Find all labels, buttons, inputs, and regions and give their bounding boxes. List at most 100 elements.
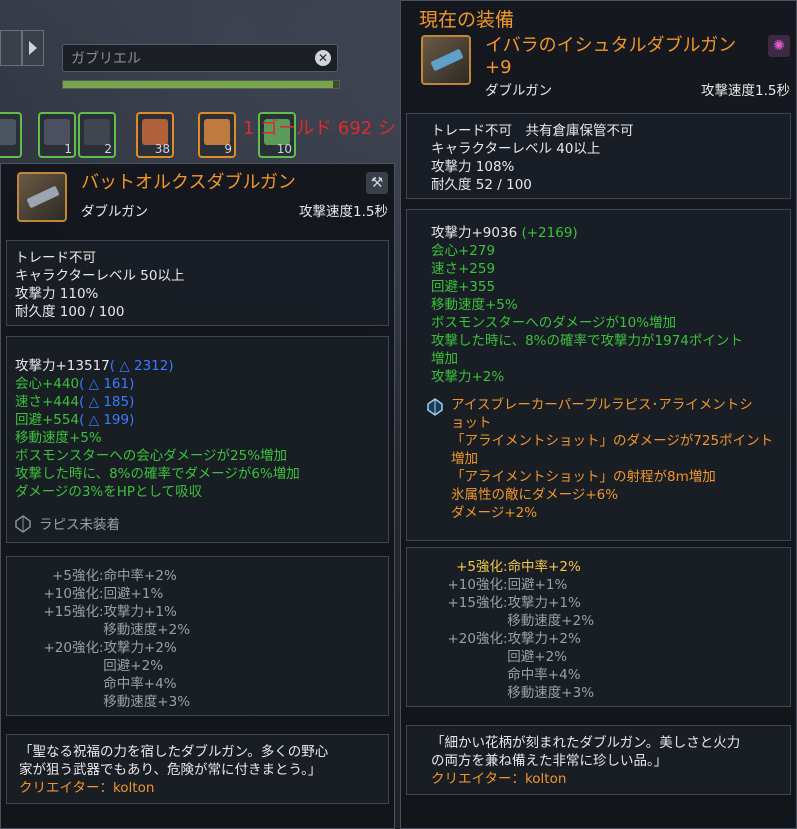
- stat-line: 移動速度+5%: [431, 297, 518, 313]
- description-line: 「聖なる祝福の力を宿したダブルガン。多くの野心: [19, 744, 329, 760]
- lapis-effect-line: ョット: [451, 415, 492, 431]
- lapis-effect-line: 「アライメントショット」の射程が8m増加: [451, 469, 716, 485]
- enhance-row: +15強化: 攻撃力+1%: [27, 603, 380, 621]
- enhance-row: 移動速度+3%: [431, 684, 782, 702]
- current-equipment-tooltip: 現在の装備 イバラのイシュタルダブルガン ✺ +9 ダブルガン 攻撃速度1.5秒…: [400, 0, 797, 829]
- lapis-effect-line: ダメージ+2%: [451, 505, 538, 521]
- enhance-level: [27, 657, 99, 675]
- enhance-row: 移動速度+2%: [27, 621, 380, 639]
- enhance-level: +9: [485, 57, 512, 78]
- enhance-level: +15強化: [43, 604, 100, 620]
- inventory-slot[interactable]: 2: [78, 112, 116, 158]
- enhance-section: +5強化: 命中率+2% +10強化: 回避+1% +15強化: 攻撃力+1% 移動速度+…: [6, 556, 389, 716]
- enhance-bonus: 移動速度+3%: [103, 694, 191, 710]
- hp-bar: [62, 80, 340, 89]
- enhance-level: +20強化: [447, 631, 504, 647]
- description-line: 「細かい花柄が刻まれたダブルガン。美しさと火力: [431, 735, 741, 751]
- enhance-bonus: 命中率+4%: [103, 676, 177, 692]
- character-name-field[interactable]: ガブリエル ✕: [62, 44, 338, 72]
- enhance-level: [27, 693, 99, 711]
- enhance-section: +5強化: 命中率+2% +10強化: 回避+1% +15強化: 攻撃力+1% 移動速度+…: [406, 547, 791, 707]
- item-type: ダブルガン: [81, 204, 149, 220]
- stat-line: 攻撃力+2%: [431, 369, 505, 385]
- enhance-bonus: 回避+1%: [103, 586, 164, 602]
- basic-line: トレード不可 共有倉庫保管不可: [431, 123, 634, 139]
- stat-value: 速さ+444: [15, 394, 80, 410]
- stat-line: 速さ+259: [431, 261, 496, 277]
- enhance-bonus: 回避+2%: [507, 649, 568, 665]
- slot-count: 9: [224, 142, 232, 156]
- prev-button[interactable]: [0, 30, 22, 66]
- weapon-grade-icon: ⚒: [366, 172, 388, 194]
- lapis-effect-line: アイスブレーカーパープルラピス･アライメントシ: [451, 397, 753, 413]
- enhance-row: +20強化: 攻撃力+2%: [431, 630, 782, 648]
- enhance-row: +10強化: 回避+1%: [431, 576, 782, 594]
- description-line: の両方を兼ね備えた非常に珍しい品。」: [431, 753, 668, 769]
- slot-count: 1: [64, 142, 72, 156]
- stat-value: 攻撃力+13517: [15, 358, 110, 374]
- enhance-level: [431, 666, 503, 684]
- inventory-slot[interactable]: 38: [136, 112, 174, 158]
- basic-line: 攻撃力 110%: [15, 286, 99, 302]
- enhance-bonus: 移動速度+2%: [103, 622, 191, 638]
- stat-value: 会心+440: [15, 376, 80, 392]
- enhance-bonus: 攻撃力+1%: [507, 595, 581, 611]
- basic-line: キャラクターレベル 50以上: [15, 268, 185, 284]
- basic-line: 耐久度 52 / 100: [431, 177, 532, 193]
- enhance-row: +5強化: 命中率+2%: [431, 558, 782, 576]
- inventory-slot[interactable]: 9: [198, 112, 236, 158]
- stats-section: 攻撃力+13517( △ 2312) 会心+440( △ 161) 速さ+444( …: [6, 336, 389, 543]
- description-section: 「聖なる祝福の力を宿したダブルガン。多くの野心 家が狙う武器でもあり、危険が常に付…: [6, 734, 389, 804]
- item-name: バットオルクスダブルガン: [81, 172, 296, 193]
- description-section: 「細かい花柄が刻まれたダブルガン。美しさと火力 の両方を兼ね備えた非常に珍しい品。…: [406, 725, 791, 795]
- enhance-row: +15強化: 攻撃力+1%: [431, 594, 782, 612]
- play-arrow-icon: [29, 41, 37, 55]
- slot-count: 10: [276, 142, 292, 156]
- gold-amount: 1 ゴールド 692 シ: [243, 118, 396, 139]
- stat-diff: ( △ 2312): [109, 358, 174, 374]
- stat-line: 回避+355: [431, 279, 496, 295]
- stats-section: 攻撃力+9036 (+2169) 会心+279 速さ+259 回避+355 移動速度+…: [406, 209, 791, 541]
- stat-line: 増加: [431, 351, 458, 367]
- lapis-status: ラピス未装着: [39, 517, 120, 533]
- attack-stat: 攻撃力+9036: [431, 225, 518, 241]
- description-line: 家が狙う武器でもあり、危険が常に付きまとう。」: [19, 762, 322, 778]
- stat-diff: ( △ 199): [79, 412, 135, 428]
- stat-line: 会心+440( △ 161): [15, 375, 380, 393]
- enhance-bonus: 移動速度+3%: [507, 685, 595, 701]
- enhance-row: 回避+2%: [27, 657, 380, 675]
- enhance-row: 回避+2%: [431, 648, 782, 666]
- enhance-row: +5強化: 命中率+2%: [27, 567, 380, 585]
- slot-count: 38: [154, 142, 170, 156]
- stat-line: ボスモンスターへのダメージが10%増加: [431, 315, 677, 331]
- next-button[interactable]: [22, 30, 44, 66]
- attack-speed: 攻撃速度1.5秒: [299, 204, 388, 220]
- stat-diff: ( △ 161): [79, 376, 135, 392]
- basic-info: トレード不可 キャラクターレベル 50以上 攻撃力 110% 耐久度 100 / 10…: [6, 240, 389, 326]
- enhance-level: +15強化: [447, 595, 504, 611]
- stat-diff: ( △ 185): [79, 394, 135, 410]
- stat-line: 会心+279: [431, 243, 496, 259]
- enhance-level: +10強化: [43, 586, 100, 602]
- enhance-row: +20強化: 攻撃力+2%: [27, 639, 380, 657]
- enhance-bonus: 命中率+2%: [103, 568, 177, 584]
- enhance-level: +20強化: [43, 640, 100, 656]
- lapis-effect-line: 「アライメントショット」のダメージが725ポイント: [451, 433, 774, 449]
- weapon-grade-icon: ✺: [768, 35, 790, 57]
- close-icon[interactable]: ✕: [315, 50, 331, 66]
- lapis-effect-line: 氷属性の敵にダメージ+6%: [451, 487, 619, 503]
- enhance-bonus: 移動速度+2%: [507, 613, 595, 629]
- basic-line: キャラクターレベル 40以上: [431, 141, 601, 157]
- double-gun-icon: [17, 172, 67, 222]
- enhance-bonus: 回避+1%: [507, 577, 568, 593]
- inventory-slot[interactable]: [0, 112, 22, 158]
- basic-line: 耐久度 100 / 100: [15, 304, 125, 320]
- enhance-bonus: 攻撃力+2%: [103, 640, 177, 656]
- basic-info: トレード不可 共有倉庫保管不可 キャラクターレベル 40以上 攻撃力 108% 耐久度…: [406, 113, 791, 199]
- enhance-level: +5強化: [52, 568, 99, 584]
- item-icon: [0, 119, 16, 145]
- inventory-slot[interactable]: 1: [38, 112, 76, 158]
- character-name: ガブリエル: [71, 51, 141, 67]
- enhance-bonus: 攻撃力+2%: [507, 631, 581, 647]
- enhance-level: +5強化: [456, 559, 503, 575]
